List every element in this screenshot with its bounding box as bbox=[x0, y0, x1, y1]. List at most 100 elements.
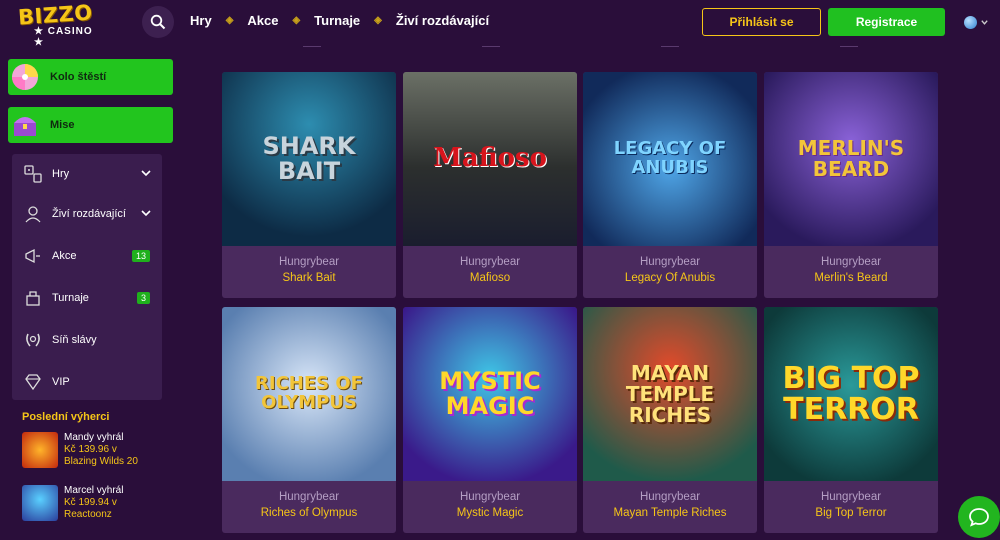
chevron-down-icon bbox=[981, 20, 988, 25]
game-artwork-title: Mafioso bbox=[433, 143, 547, 174]
game-provider: Hungrybear bbox=[459, 491, 521, 503]
game-artwork-title: MERLIN'S BEARD bbox=[797, 136, 905, 181]
game-card[interactable]: BIG TOP TERROR Hungrybear Big Top Terror bbox=[764, 307, 938, 533]
nav-separator-diamond-icon: ◈ bbox=[292, 15, 301, 26]
main-nav: Hry ◈ Akce ◈ Turnaje ◈ Živí rozdávající bbox=[190, 13, 489, 28]
game-artwork-title: BIG TOP TERROR bbox=[782, 360, 920, 427]
game-artwork: RICHES OF OLYMPUS bbox=[222, 307, 396, 481]
game-name: Legacy Of Anubis bbox=[624, 272, 716, 284]
game-thumbnail bbox=[22, 485, 58, 521]
search-button[interactable] bbox=[142, 6, 174, 38]
laurel-icon bbox=[22, 329, 44, 351]
game-artwork-title: LEGACY OF ANUBIS bbox=[613, 138, 727, 178]
game-card[interactable]: MAYAN TEMPLE RICHES Hungrybear Mayan Tem… bbox=[583, 307, 757, 533]
login-button[interactable]: Přihlásit se bbox=[702, 8, 821, 36]
count-badge: 3 bbox=[136, 292, 150, 304]
wheel-of-fortune-button[interactable]: Kolo štěstí bbox=[8, 59, 173, 95]
register-button[interactable]: Registrace bbox=[828, 8, 945, 36]
megaphone-icon bbox=[22, 245, 44, 267]
winner-amount: Kč 199.94 v bbox=[64, 497, 117, 508]
game-artwork-title: SHARK BAIT bbox=[262, 131, 356, 185]
logo-subtitle: ★ CASINO ★ bbox=[34, 26, 93, 48]
treasure-chest-icon bbox=[8, 107, 42, 143]
game-artwork-title: RICHES OF OLYMPUS bbox=[255, 373, 363, 413]
winner-amount: Kč 139.96 v bbox=[64, 444, 117, 455]
diamond-icon bbox=[22, 371, 44, 393]
language-selector[interactable] bbox=[964, 16, 989, 29]
sidebar-item-label: Síň slávy bbox=[52, 334, 97, 346]
sidebar-item-label: Živí rozdávající bbox=[52, 208, 126, 220]
winner-item[interactable]: Mandy vyhrál Kč 139.96 v Blazing Wilds 2… bbox=[22, 432, 172, 472]
game-name: Shark Bait bbox=[282, 272, 336, 284]
game-artwork: Mafioso bbox=[403, 72, 577, 246]
game-card[interactable]: MERLIN'S BEARD Hungrybear Merlin's Beard bbox=[764, 72, 938, 298]
wheel-icon bbox=[8, 59, 42, 95]
grid-top-divider bbox=[222, 46, 938, 50]
promo-label: Kolo štěstí bbox=[50, 71, 107, 83]
dealer-icon bbox=[22, 203, 44, 225]
chat-bubble-icon bbox=[969, 508, 989, 527]
game-card[interactable]: LEGACY OF ANUBIS Hungrybear Legacy Of An… bbox=[583, 72, 757, 298]
count-badge: 13 bbox=[131, 250, 150, 262]
promo-label: Mise bbox=[50, 119, 75, 131]
missions-button[interactable]: Mise bbox=[8, 107, 173, 143]
game-artwork: SHARK BAIT bbox=[222, 72, 396, 246]
sidebar-item-promotions[interactable]: Akce 13 bbox=[12, 236, 162, 276]
sidebar-item-label: Hry bbox=[52, 168, 70, 180]
top-bar: BIZZO ★ CASINO ★ Hry ◈ Akce ◈ Turnaje ◈ … bbox=[0, 0, 1000, 48]
chevron-down-icon bbox=[141, 170, 151, 177]
game-name: Riches of Olympus bbox=[260, 507, 358, 519]
winner-game: Reactoonz bbox=[64, 509, 112, 520]
games-icon bbox=[22, 163, 44, 185]
game-artwork-title: MYSTIC MAGIC bbox=[439, 366, 541, 420]
game-provider: Hungrybear bbox=[459, 256, 521, 268]
winner-item[interactable]: Marcel vyhrál Kč 199.94 v Reactoonz bbox=[22, 485, 172, 525]
nav-item-tournaments[interactable]: Turnaje bbox=[314, 13, 360, 28]
sidebar-item-label: VIP bbox=[52, 376, 70, 388]
chevron-down-icon bbox=[141, 210, 151, 217]
sidebar-menu: Hry Živí rozdávající Akce 13 Turnaje 3 S… bbox=[12, 154, 162, 400]
game-provider: Hungrybear bbox=[820, 491, 882, 503]
bizzo-casino-logo[interactable]: BIZZO ★ CASINO ★ bbox=[14, 0, 104, 48]
game-name: Mayan Temple Riches bbox=[613, 507, 727, 519]
recent-winners-title: Poslední výherci bbox=[22, 411, 110, 423]
sidebar-item-vip[interactable]: VIP bbox=[12, 362, 162, 402]
tournament-icon bbox=[22, 287, 44, 309]
game-provider: Hungrybear bbox=[639, 256, 701, 268]
game-artwork: LEGACY OF ANUBIS bbox=[583, 72, 757, 246]
sidebar-item-games[interactable]: Hry bbox=[12, 154, 162, 194]
sidebar-item-hall-of-fame[interactable]: Síň slávy bbox=[12, 320, 162, 360]
game-provider: Hungrybear bbox=[820, 256, 882, 268]
nav-item-games[interactable]: Hry bbox=[190, 13, 212, 28]
search-icon bbox=[150, 14, 166, 30]
game-artwork-title: MAYAN TEMPLE RICHES bbox=[625, 360, 715, 427]
nav-item-live-dealers[interactable]: Živí rozdávající bbox=[396, 13, 489, 28]
winner-name: Marcel vyhrál bbox=[64, 485, 124, 496]
game-card[interactable]: Mafioso Hungrybear Mafioso bbox=[403, 72, 577, 298]
game-provider: Hungrybear bbox=[278, 491, 340, 503]
game-artwork: MYSTIC MAGIC bbox=[403, 307, 577, 481]
game-card[interactable]: RICHES OF OLYMPUS Hungrybear Riches of O… bbox=[222, 307, 396, 533]
winner-name: Mandy vyhrál bbox=[64, 432, 124, 443]
game-artwork: BIG TOP TERROR bbox=[764, 307, 938, 481]
sidebar-item-tournaments[interactable]: Turnaje 3 bbox=[12, 278, 162, 318]
nav-item-promotions[interactable]: Akce bbox=[247, 13, 278, 28]
sidebar-item-label: Akce bbox=[52, 250, 77, 262]
live-chat-button[interactable] bbox=[958, 496, 1000, 538]
game-name: Big Top Terror bbox=[815, 507, 887, 519]
game-provider: Hungrybear bbox=[639, 491, 701, 503]
game-name: Mystic Magic bbox=[456, 507, 524, 519]
sidebar-item-live-dealers[interactable]: Živí rozdávající bbox=[12, 194, 162, 234]
game-artwork: MAYAN TEMPLE RICHES bbox=[583, 307, 757, 481]
game-artwork: MERLIN'S BEARD bbox=[764, 72, 938, 246]
sidebar-item-label: Turnaje bbox=[52, 292, 89, 304]
game-card[interactable]: MYSTIC MAGIC Hungrybear Mystic Magic bbox=[403, 307, 577, 533]
game-thumbnail bbox=[22, 432, 58, 468]
game-name: Mafioso bbox=[469, 272, 511, 284]
nav-separator-diamond-icon: ◈ bbox=[225, 15, 234, 26]
globe-icon bbox=[964, 16, 977, 29]
game-card[interactable]: SHARK BAIT Hungrybear Shark Bait bbox=[222, 72, 396, 298]
winner-game: Blazing Wilds 20 bbox=[64, 456, 138, 467]
game-name: Merlin's Beard bbox=[814, 272, 888, 284]
nav-separator-diamond-icon: ◈ bbox=[374, 15, 382, 26]
